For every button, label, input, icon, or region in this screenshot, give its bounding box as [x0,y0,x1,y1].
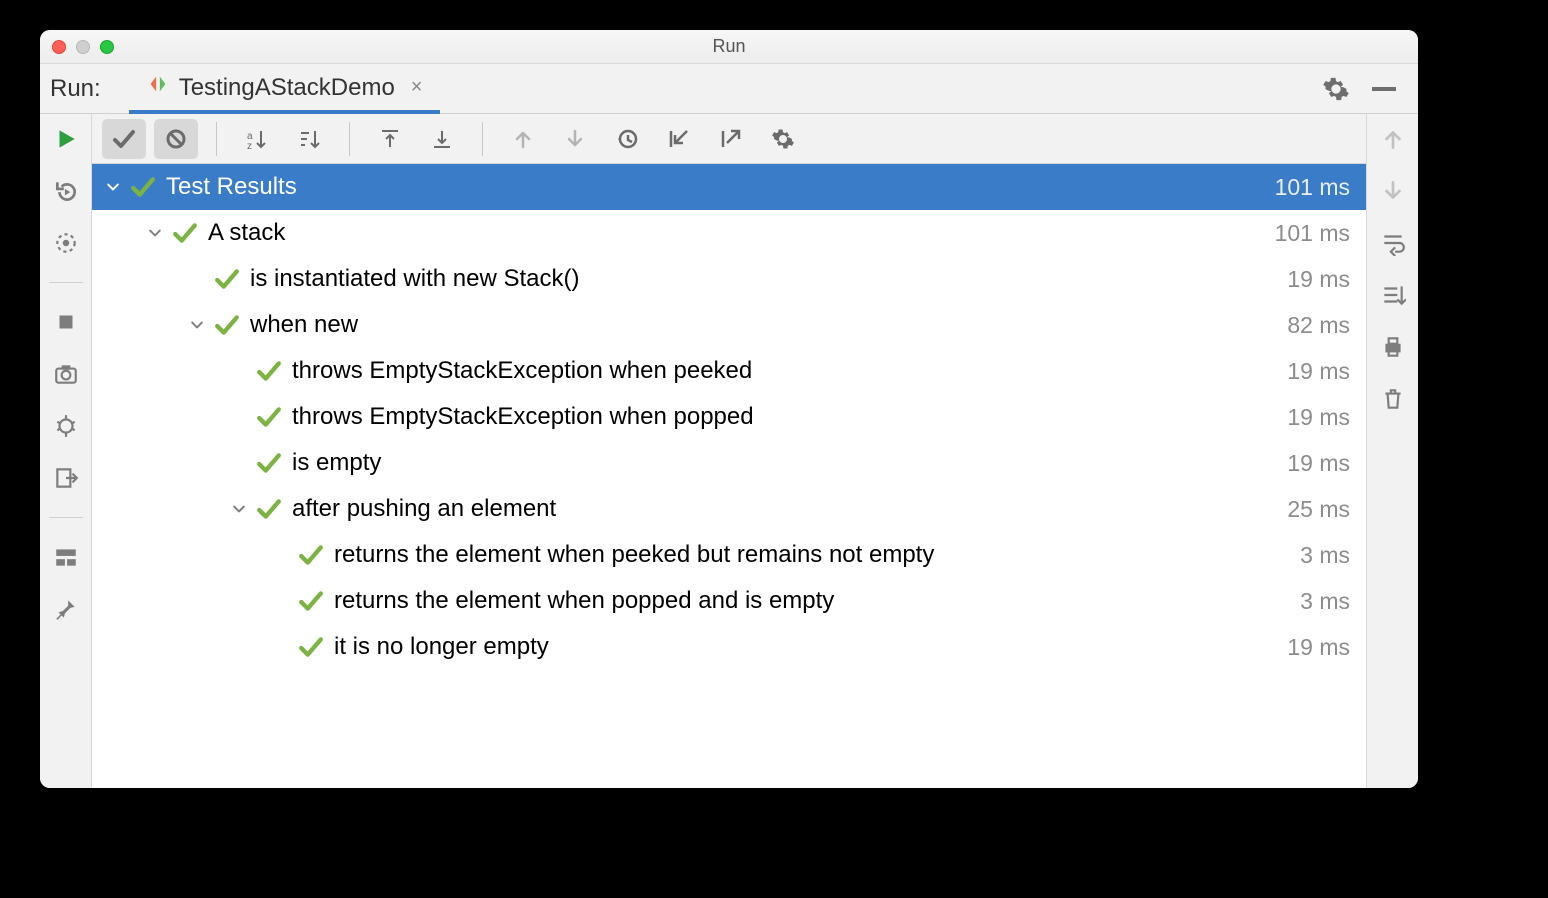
passed-icon [214,266,240,292]
expand-all-button[interactable] [420,119,464,159]
passed-icon [172,220,198,246]
passed-icon [130,174,156,200]
tree-row[interactable]: returns the element when popped and is e… [92,578,1366,624]
tree-label: returns the element when popped and is e… [334,587,1300,615]
tab-label: TestingAStackDemo [179,74,395,102]
tree-label: throws EmptyStackException when peeked [292,357,1287,385]
tree-time: 3 ms [1300,542,1350,569]
chevron-down-icon[interactable] [230,500,248,518]
passed-icon [256,404,282,430]
runconfig-icon [147,73,169,102]
soft-wrap-button[interactable] [1378,228,1408,258]
left-action-gutter [40,114,92,788]
sort-duration-button[interactable] [287,119,331,159]
tree-label: is empty [292,449,1287,477]
tree-label: when new [250,311,1287,339]
close-tab-button[interactable]: × [411,76,423,99]
passed-icon [256,496,282,522]
run-config-tab[interactable]: TestingAStackDemo × [129,65,441,114]
tree-time: 19 ms [1287,450,1350,477]
tree-row-root[interactable]: Test Results 101 ms [92,164,1366,210]
tree-time: 101 ms [1275,174,1350,201]
show-passed-button[interactable] [102,119,146,159]
toggle-autotest-button[interactable] [51,228,81,258]
tree-time: 3 ms [1300,588,1350,615]
settings-button[interactable] [1322,75,1350,103]
debug-button[interactable] [51,411,81,441]
tree-time: 101 ms [1275,220,1350,247]
import-results-button[interactable] [657,119,701,159]
test-history-button[interactable] [605,119,649,159]
tree-time: 19 ms [1287,404,1350,431]
toolwindow-header: Run: TestingAStackDemo × [40,64,1418,114]
next-failed-button[interactable] [553,119,597,159]
right-action-gutter [1366,114,1418,788]
tree-label: returns the element when peeked but rema… [334,541,1300,569]
tree-row[interactable]: returns the element when peeked but rema… [92,532,1366,578]
run-tool-window: Run Run: TestingAStackDemo × [40,30,1418,788]
passed-icon [298,588,324,614]
scroll-to-end-button[interactable] [1378,280,1408,310]
passed-icon [214,312,240,338]
next-occurrence-button[interactable] [1378,176,1408,206]
tree-label: after pushing an element [292,495,1287,523]
rerun-button[interactable] [51,124,81,154]
sort-alpha-button[interactable] [235,119,279,159]
prev-occurrence-button[interactable] [1378,124,1408,154]
passed-icon [298,542,324,568]
tree-row[interactable]: is empty 19 ms [92,440,1366,486]
window-title: Run [40,36,1418,57]
passed-icon [256,358,282,384]
titlebar: Run [40,30,1418,64]
tree-time: 82 ms [1287,312,1350,339]
dump-threads-button[interactable] [51,359,81,389]
clear-all-button[interactable] [1378,384,1408,414]
tree-row[interactable]: throws EmptyStackException when popped 1… [92,394,1366,440]
collapse-all-button[interactable] [368,119,412,159]
passed-icon [256,450,282,476]
test-settings-button[interactable] [761,119,805,159]
tree-label: Test Results [166,173,1275,201]
prev-failed-button[interactable] [501,119,545,159]
tree-time: 19 ms [1287,266,1350,293]
hide-toolwindow-button[interactable] [1370,75,1398,103]
tree-row[interactable]: when new 82 ms [92,302,1366,348]
stop-button[interactable] [51,307,81,337]
test-toolbar [92,114,1366,164]
chevron-down-icon[interactable] [104,178,122,196]
rerun-failed-button[interactable] [51,176,81,206]
chevron-down-icon[interactable] [146,224,164,242]
tree-time: 25 ms [1287,496,1350,523]
exit-button[interactable] [51,463,81,493]
passed-icon [298,634,324,660]
tree-label: is instantiated with new Stack() [250,265,1287,293]
print-button[interactable] [1378,332,1408,362]
chevron-down-icon[interactable] [188,316,206,334]
tree-label: throws EmptyStackException when popped [292,403,1287,431]
show-ignored-button[interactable] [154,119,198,159]
tree-row[interactable]: A stack 101 ms [92,210,1366,256]
tree-time: 19 ms [1287,634,1350,661]
tree-row[interactable]: is instantiated with new Stack() 19 ms [92,256,1366,302]
tree-row[interactable]: after pushing an element 25 ms [92,486,1366,532]
tree-label: it is no longer empty [334,633,1287,661]
export-results-button[interactable] [709,119,753,159]
pin-button[interactable] [51,594,81,624]
tree-row[interactable]: it is no longer empty 19 ms [92,624,1366,670]
tree-row[interactable]: throws EmptyStackException when peeked 1… [92,348,1366,394]
tree-time: 19 ms [1287,358,1350,385]
toolwindow-title: Run: [50,75,129,103]
layout-button[interactable] [51,542,81,572]
test-results-tree: Test Results 101 ms A stack 101 ms is in [92,164,1366,788]
tree-label: A stack [208,219,1275,247]
